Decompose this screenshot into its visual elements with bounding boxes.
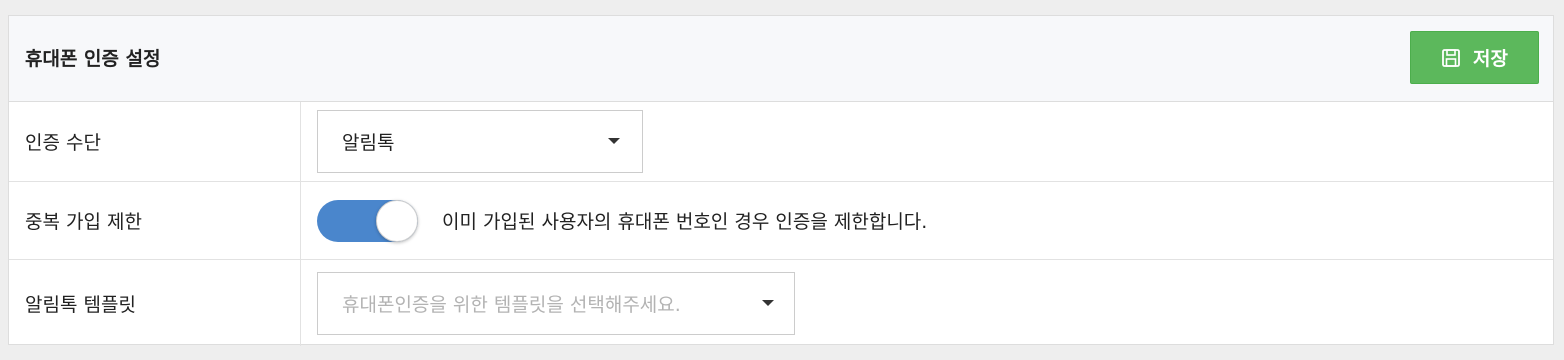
template-value: 휴대폰인증을 위한 템플릿을 선택해주세요.	[301, 260, 1553, 346]
save-button-label: 저장	[1473, 48, 1508, 70]
duplicate-signup-label: 중복 가입 제한	[9, 182, 301, 259]
panel-title: 휴대폰 인증 설정	[25, 48, 161, 70]
auth-method-selected-value: 알림톡	[342, 132, 395, 154]
caret-down-icon	[762, 299, 774, 306]
duplicate-signup-toggle[interactable]	[317, 199, 418, 242]
template-select[interactable]: 휴대폰인증을 위한 템플릿을 선택해주세요.	[317, 271, 795, 335]
duplicate-signup-row: 중복 가입 제한 이미 가입된 사용자의 휴대폰 번호인 경우 인증을 제한합니…	[9, 182, 1553, 260]
caret-down-icon	[608, 138, 620, 144]
auth-method-row: 인증 수단 알림톡	[9, 102, 1553, 182]
template-select-placeholder: 휴대폰인증을 위한 템플릿을 선택해주세요.	[342, 293, 681, 316]
template-row: 알림톡 템플릿 휴대폰인증을 위한 템플릿을 선택해주세요.	[9, 260, 1553, 346]
auth-method-label: 인증 수단	[9, 102, 301, 181]
phone-verification-settings-panel: 휴대폰 인증 설정 저장 인증 수단 알림톡 중복 가입 제한 이미 가입된 사…	[8, 15, 1554, 346]
auth-method-value: 알림톡	[301, 102, 1553, 181]
panel-header: 휴대폰 인증 설정 저장	[9, 16, 1553, 102]
template-label: 알림톡 템플릿	[9, 260, 301, 346]
auth-method-select[interactable]: 알림톡	[317, 110, 643, 173]
save-button[interactable]: 저장	[1410, 31, 1539, 84]
toggle-knob	[376, 199, 418, 242]
duplicate-signup-value: 이미 가입된 사용자의 휴대폰 번호인 경우 인증을 제한합니다.	[301, 182, 1553, 259]
duplicate-signup-description: 이미 가입된 사용자의 휴대폰 번호인 경우 인증을 제한합니다.	[442, 211, 928, 233]
floppy-disk-icon	[1441, 48, 1461, 68]
